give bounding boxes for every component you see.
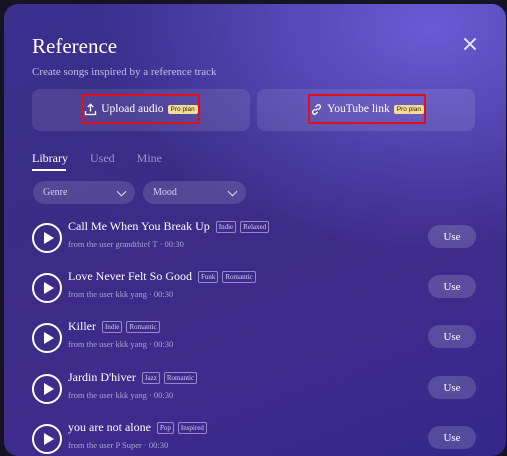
song-meta: from the user kkk yang · 00:30 xyxy=(68,390,174,400)
dialog-title: Reference xyxy=(32,34,118,58)
play-icon[interactable] xyxy=(32,273,62,303)
play-icon[interactable] xyxy=(32,223,62,253)
use-button[interactable]: Use xyxy=(428,275,476,298)
song-meta: from the user kkk yang · 00:30 xyxy=(68,339,174,349)
song-row: you are not alone Pop Inspired from the … xyxy=(4,420,506,456)
song-title: you are not alone xyxy=(68,420,151,434)
song-meta: from the user P Super · 00:30 xyxy=(68,440,169,450)
chevron-down-icon xyxy=(227,186,238,196)
pro-plan-badge: Pro plan xyxy=(393,104,424,114)
song-row: Love Never Felt So Good Funk Romantic fr… xyxy=(4,269,506,319)
genre-tag: Funk xyxy=(197,270,219,283)
play-icon[interactable] xyxy=(32,374,62,404)
genre-tag: Indie xyxy=(102,320,123,333)
mood-tag: Romantic xyxy=(126,320,160,333)
use-button[interactable]: Use xyxy=(428,225,476,248)
mood-tag: Relaxed xyxy=(240,220,270,233)
song-meta: from the user kkk yang · 00:30 xyxy=(68,289,174,299)
pro-plan-badge: Pro plan xyxy=(167,104,198,114)
mood-tag: Romantic xyxy=(222,270,256,283)
tab-bar: Library Used Mine xyxy=(32,151,162,166)
close-icon[interactable] xyxy=(462,36,478,52)
youtube-link-card[interactable]: YouTube link Pro plan xyxy=(257,89,475,131)
upload-audio-card[interactable]: Upload audio Pro plan xyxy=(32,89,250,131)
genre-tag: Pop xyxy=(156,421,174,434)
song-title: Jardin D'hiver xyxy=(68,370,136,384)
use-button[interactable]: Use xyxy=(428,376,476,399)
link-icon xyxy=(310,103,323,116)
song-title: Call Me When You Break Up xyxy=(68,219,210,233)
mood-label: Mood xyxy=(153,187,177,198)
genre-tag: Indie xyxy=(215,220,237,233)
upload-audio-label: Upload audio xyxy=(101,103,164,115)
active-tab-indicator xyxy=(32,169,66,171)
tab-mine[interactable]: Mine xyxy=(137,151,162,166)
chevron-down-icon xyxy=(116,186,127,196)
song-row: Killer Indie Romantic from the user kkk … xyxy=(4,319,506,369)
tab-library[interactable]: Library xyxy=(32,151,68,166)
song-title: Love Never Felt So Good xyxy=(68,269,192,283)
dialog-subtitle: Create songs inspired by a reference tra… xyxy=(32,66,217,78)
song-row: Call Me When You Break Up Indie Relaxed … xyxy=(4,219,506,269)
use-button[interactable]: Use xyxy=(428,426,476,449)
mood-tag: Romantic xyxy=(163,371,198,384)
use-button[interactable]: Use xyxy=(428,325,476,348)
genre-label: Genre xyxy=(43,187,68,198)
reference-dialog: Reference Create songs inspired by a ref… xyxy=(4,4,506,456)
mood-tag: Inspired xyxy=(177,421,207,434)
song-row: Jardin D'hiver Jazz Romantic from the us… xyxy=(4,370,506,420)
tab-used[interactable]: Used xyxy=(90,151,115,166)
genre-dropdown[interactable]: Genre xyxy=(33,181,135,204)
upload-audio-button[interactable]: Upload audio Pro plan xyxy=(82,94,200,124)
genre-tag: Jazz xyxy=(141,371,160,384)
upload-icon xyxy=(84,102,97,116)
song-meta: from the user grandthief T · 00:30 xyxy=(68,239,184,249)
youtube-link-label: YouTube link xyxy=(327,103,390,115)
mood-dropdown[interactable]: Mood xyxy=(143,181,246,204)
song-title: Killer xyxy=(68,319,96,333)
play-icon[interactable] xyxy=(32,323,62,353)
youtube-link-button[interactable]: YouTube link Pro plan xyxy=(308,94,426,124)
